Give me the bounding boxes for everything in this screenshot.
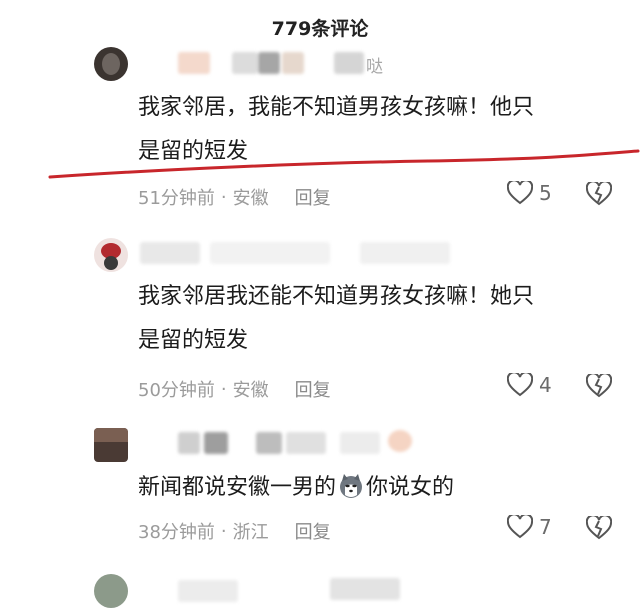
comment-time: 50分钟前 [138, 380, 215, 401]
meta-separator: · [220, 520, 227, 542]
comment-meta: 51分钟前 · 安徽 回复 [138, 184, 331, 210]
comment-time: 38分钟前 [138, 522, 215, 543]
avatar[interactable] [94, 47, 128, 81]
reply-button[interactable]: 回复 [295, 518, 331, 544]
comment-location: 安徽 [232, 380, 269, 401]
username-blurred[interactable] [140, 242, 200, 264]
username-blurred [360, 242, 450, 264]
like-button[interactable]: 7 [507, 515, 552, 539]
comment-text-before-emoji: 新闻都说安徽一男的 [138, 475, 337, 500]
comments-count-title: 779条评论 [271, 18, 369, 40]
comment-time: 51分钟前 [138, 188, 215, 209]
like-button[interactable]: 4 [507, 373, 552, 397]
comment-text-line: 我家邻居我还能不知道男孩女孩嘛！她只 [138, 284, 535, 309]
broken-heart-icon[interactable] [586, 516, 612, 540]
like-button[interactable]: 5 [507, 181, 552, 205]
comment-text-line: 我家邻居，我能不知道男孩女孩嘛！他只 [138, 95, 535, 120]
heart-outline-icon [507, 181, 533, 205]
username-blurred [388, 430, 412, 452]
avatar[interactable] [94, 574, 128, 608]
comment-text-line: 是留的短发 [138, 328, 249, 353]
username-blurred [210, 242, 330, 264]
username-blurred [340, 432, 380, 454]
like-count: 5 [539, 181, 552, 205]
comment-location: 浙江 [232, 522, 269, 543]
meta-separator: · [220, 378, 227, 400]
like-count: 4 [539, 373, 552, 397]
username-blurred[interactable] [178, 432, 200, 454]
comment-text-after-emoji: 你说女的 [366, 475, 455, 500]
heart-outline-icon [507, 515, 533, 539]
red-underline-annotation [48, 149, 640, 179]
like-count: 7 [539, 515, 552, 539]
username-blurred[interactable] [178, 580, 238, 602]
heart-outline-icon [507, 373, 533, 397]
avatar[interactable] [94, 428, 128, 462]
username-blurred [282, 52, 304, 74]
meta-separator: · [220, 186, 227, 208]
username-blurred [258, 52, 280, 74]
comment-text: 新闻都说安徽一男的 你说女的 [138, 466, 608, 510]
reply-button[interactable]: 回复 [295, 184, 331, 210]
username-blurred [256, 432, 282, 454]
username-blurred [204, 432, 228, 454]
username-blurred [330, 578, 400, 600]
username-fragment: 哒 [366, 57, 383, 77]
reply-button[interactable]: 回复 [295, 376, 331, 402]
username-blurred [232, 52, 258, 74]
username-blurred [286, 432, 326, 454]
comment-text: 我家邻居我还能不知道男孩女孩嘛！她只 是留的短发 [138, 275, 608, 363]
husky-dog-emoji-icon [340, 474, 363, 498]
username-blurred [334, 52, 364, 74]
broken-heart-icon[interactable] [586, 182, 612, 206]
avatar[interactable] [94, 238, 128, 272]
username-blurred[interactable] [178, 52, 210, 74]
comment-location: 安徽 [232, 188, 269, 209]
broken-heart-icon[interactable] [586, 374, 612, 398]
comment-meta: 50分钟前 · 安徽 回复 [138, 376, 331, 402]
comment-meta: 38分钟前 · 浙江 回复 [138, 518, 331, 544]
